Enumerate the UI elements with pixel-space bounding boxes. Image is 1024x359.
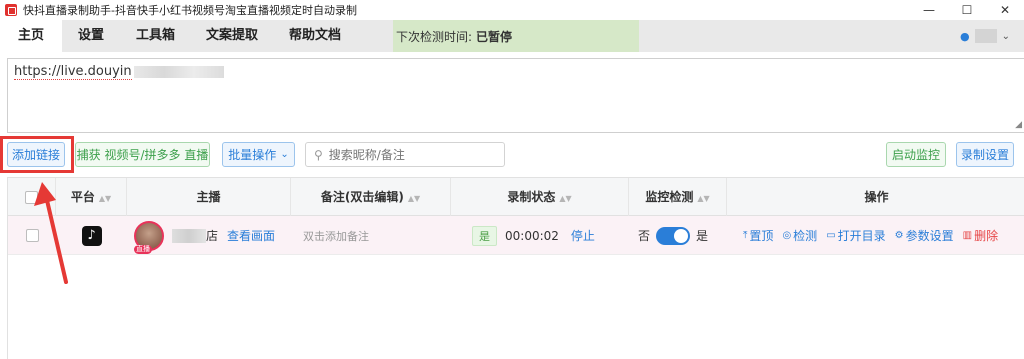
delete-button[interactable]: ▥ 删除: [963, 227, 998, 244]
chevron-down-icon: ⌄: [280, 149, 289, 160]
sort-icon: ▲▼: [98, 194, 112, 203]
params-settings-button[interactable]: ⚙ 参数设置: [895, 227, 954, 244]
actions-cell: ⤒ 置顶 ◎ 检测 ▭ 打开目录 ⚙ 参数设置 ▥ 删除: [743, 216, 1024, 255]
next-check-label: 下次检测时间:: [396, 29, 473, 44]
sort-icon: ▲▼: [407, 194, 421, 203]
window-title: 快抖直播录制助手-抖音快手小红书视频号淘宝直播视频定时自动录制: [23, 4, 357, 17]
annotation-highlight-box: [0, 136, 74, 173]
open-folder-button[interactable]: ▭ 打开目录: [826, 227, 885, 244]
user-menu[interactable]: ● ⌄: [960, 20, 1010, 52]
select-all-cell: [8, 178, 56, 216]
header-actions: 操作: [864, 190, 889, 204]
user-icon: ●: [960, 29, 970, 43]
row-select-cell: [8, 216, 56, 255]
sort-icon: ▲▼: [559, 194, 572, 203]
anchor-name-redacted: [172, 228, 206, 243]
search-box[interactable]: ⚲: [305, 142, 505, 167]
pin-top-button[interactable]: ⤒ 置顶: [743, 227, 773, 244]
trash-icon: ▥: [962, 230, 973, 241]
app-icon: [5, 4, 17, 16]
row-checkbox[interactable]: [25, 229, 39, 242]
batch-label: 批量操作: [228, 148, 277, 162]
check-label: 检测: [793, 229, 818, 243]
note-placeholder: 双击添加备注: [303, 229, 369, 243]
tab-home[interactable]: 主页: [0, 20, 62, 52]
params-settings-label: 参数设置: [905, 229, 954, 243]
resize-grip-icon[interactable]: ◢: [1015, 120, 1022, 130]
status-badge: 是: [472, 225, 497, 246]
next-check-status: 下次检测时间: 已暂停: [393, 20, 639, 52]
delete-label: 删除: [974, 229, 999, 243]
open-folder-label: 打开目录: [837, 229, 886, 243]
pin-top-label: 置顶: [749, 229, 774, 243]
user-name-redacted: [974, 29, 997, 43]
anchor-cell: 直播 店 查看画面: [134, 216, 291, 255]
start-monitor-button[interactable]: 启动监控: [886, 142, 946, 167]
check-button[interactable]: ◎ 检测: [782, 227, 817, 244]
pin-icon: ⤒: [743, 230, 748, 241]
select-all-checkbox[interactable]: [25, 191, 38, 204]
record-status-cell: 是 00:00:02 停止: [472, 216, 629, 255]
close-button[interactable]: ✕: [986, 0, 1024, 20]
view-stream-link[interactable]: 查看画面: [227, 227, 275, 244]
table-header: 平台 ▲▼ 主播 备注(双击编辑) ▲▼ 录制状态 ▲▼ 监控检测 ▲▼ 操作: [8, 178, 1024, 216]
header-note-label: 备注(双击编辑): [320, 190, 404, 204]
monitor-cell: 否 是: [638, 216, 727, 255]
record-settings-button[interactable]: 录制设置: [956, 142, 1014, 167]
header-monitor[interactable]: 监控检测 ▲▼: [629, 178, 727, 216]
avatar: 直播: [134, 220, 164, 254]
platform-cell: ♪: [56, 216, 127, 255]
monitor-off-label: 否: [638, 229, 651, 243]
chevron-down-icon: ⌄: [1001, 30, 1010, 42]
url-redacted: [133, 65, 224, 78]
gear-icon: ⚙: [894, 230, 904, 241]
header-record-status-label: 录制状态: [507, 190, 556, 204]
next-check-value: 已暂停: [476, 29, 513, 44]
tab-text-extract[interactable]: 文案提取: [206, 20, 258, 52]
window-controls: — ☐ ✕: [910, 0, 1024, 20]
header-record-status[interactable]: 录制状态 ▲▼: [451, 178, 629, 216]
header-platform-label: 平台: [70, 190, 95, 204]
folder-icon: ▭: [826, 230, 836, 241]
title-bar: 快抖直播录制助手-抖音快手小红书视频号淘宝直播视频定时自动录制 — ☐ ✕: [0, 0, 1024, 20]
url-textarea[interactable]: https://live.douyin ◢: [7, 58, 1024, 133]
capture-live-button[interactable]: 捕获 视频号/拼多多 直播: [75, 142, 210, 167]
live-tag: 直播: [134, 244, 152, 254]
url-text: https://live.douyin: [14, 64, 132, 80]
search-icon: ⚲: [314, 147, 323, 162]
header-note[interactable]: 备注(双击编辑) ▲▼: [291, 178, 451, 216]
stop-button[interactable]: 停止: [571, 227, 595, 244]
record-duration: 00:00:02: [505, 228, 559, 243]
monitor-toggle[interactable]: [656, 226, 691, 245]
tiktok-icon: ♪: [81, 225, 102, 246]
minimize-button[interactable]: —: [910, 0, 948, 20]
tab-help-docs[interactable]: 帮助文档: [289, 20, 341, 52]
tab-toolbox[interactable]: 工具箱: [136, 20, 175, 52]
maximize-button[interactable]: ☐: [948, 0, 986, 20]
recordings-table: 平台 ▲▼ 主播 备注(双击编辑) ▲▼ 录制状态 ▲▼ 监控检测 ▲▼ 操作 ♪ 直播…: [7, 177, 1024, 359]
anchor-name: 店: [206, 229, 219, 243]
search-input[interactable]: [328, 147, 489, 162]
batch-operations-button[interactable]: 批量操作 ⌄: [222, 142, 295, 167]
header-platform[interactable]: 平台 ▲▼: [56, 178, 127, 216]
monitor-on-label: 是: [696, 229, 709, 243]
header-monitor-label: 监控检测: [645, 190, 694, 204]
tab-settings[interactable]: 设置: [78, 20, 104, 52]
sort-icon: ▲▼: [697, 194, 710, 203]
check-icon: ◎: [782, 230, 792, 241]
table-row[interactable]: ♪ 直播 店 查看画面 双击添加备注 是 00:00:02 停止 否 是 ⤒ 置顶…: [8, 216, 1024, 255]
header-anchor: 主播: [127, 178, 291, 216]
note-cell[interactable]: 双击添加备注: [303, 216, 451, 255]
